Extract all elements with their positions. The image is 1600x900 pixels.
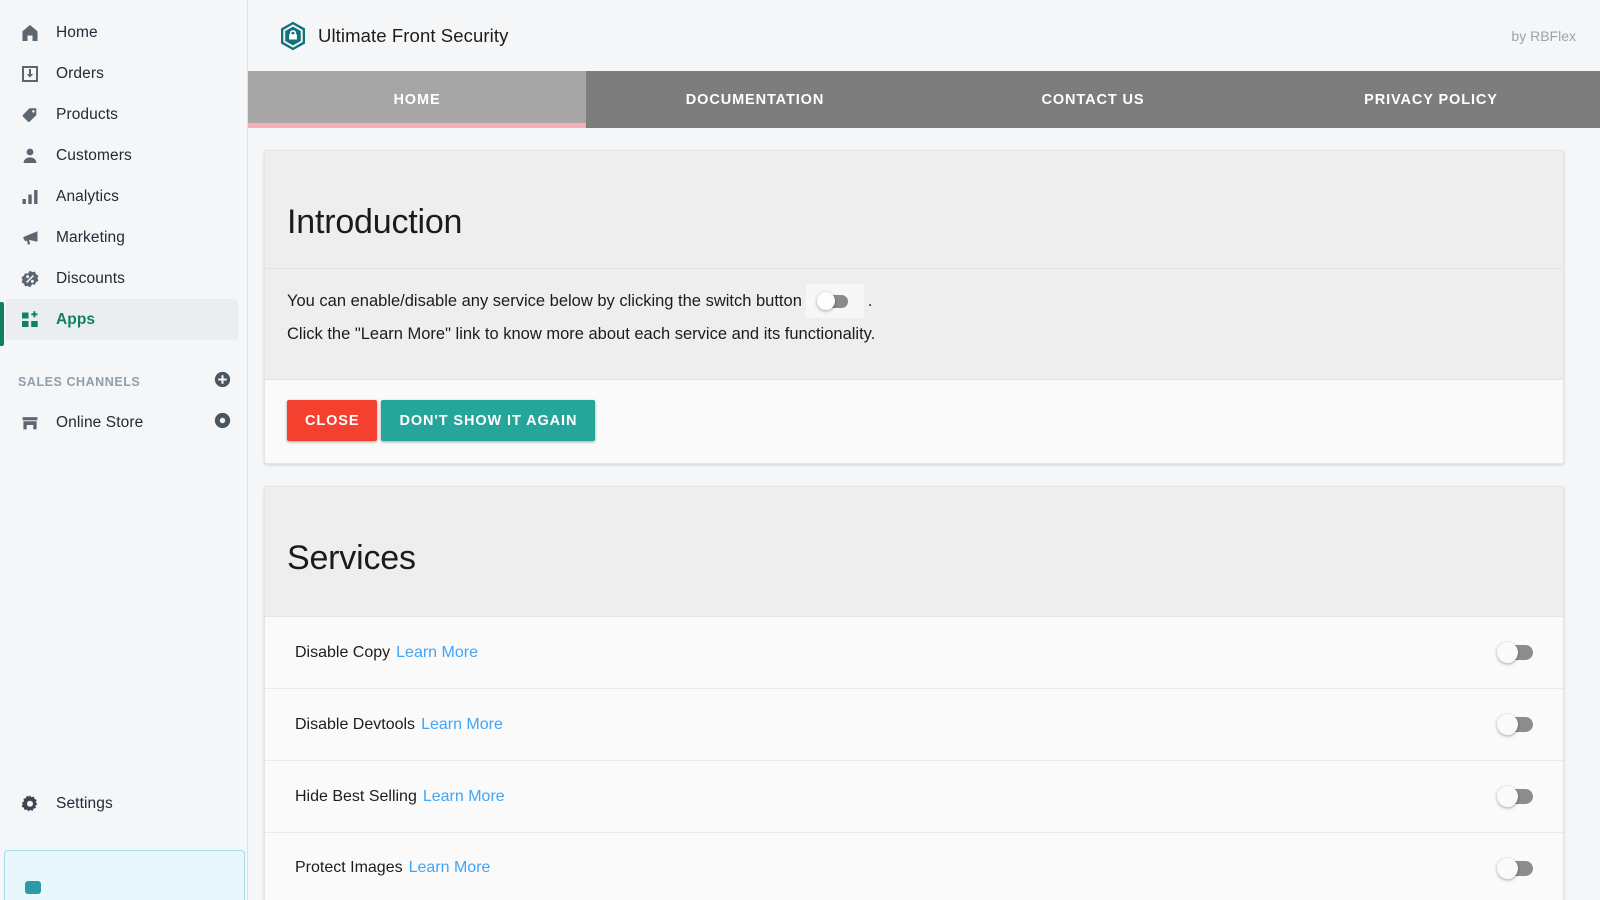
service-name: Hide Best Selling [295, 787, 417, 805]
learn-more-link[interactable]: Learn More [421, 716, 503, 734]
introduction-text-after: . [867, 292, 873, 310]
sidebar-item-marketing[interactable]: Marketing [0, 217, 247, 258]
close-button[interactable]: CLOSE [287, 400, 378, 441]
table-row[interactable]: Disable Copy Learn More [265, 617, 1563, 689]
person-icon [18, 144, 42, 168]
sidebar-item-label: Settings [56, 794, 113, 812]
tab-contact-us[interactable]: CONTACT US [924, 71, 1262, 128]
sidebar-item-label: Analytics [56, 187, 119, 205]
apps-grid-plus-icon [18, 308, 42, 332]
service-name: Disable Devtools [295, 715, 416, 733]
view-eye-icon[interactable] [214, 412, 231, 434]
tab-label: CONTACT US [1041, 91, 1145, 108]
tab-documentation[interactable]: DOCUMENTATION [586, 71, 924, 128]
services-title: Services [287, 539, 416, 577]
service-toggle[interactable] [1495, 642, 1539, 664]
tab-home[interactable]: HOME [248, 71, 586, 128]
table-row[interactable]: Disable Devtools Learn More [265, 689, 1563, 761]
service-name: Protect Images [295, 859, 403, 876]
sales-channels-title: SALES CHANNELS [18, 375, 141, 389]
tab-label: HOME [393, 91, 441, 108]
by-line: by RBFlex [1511, 27, 1576, 44]
app-title: Ultimate Front Security [318, 24, 509, 46]
sidebar: Home Orders Products Customers Analytics… [0, 0, 248, 900]
sidebar-item-online-store[interactable]: Online Store [0, 402, 247, 443]
sidebar-item-label: Customers [56, 146, 132, 164]
introduction-line-2: Click the "Learn More" link to know more… [287, 325, 876, 343]
introduction-header: Introduction [265, 151, 1563, 269]
table-row[interactable]: Hide Best Selling Learn More [265, 761, 1563, 833]
sidebar-promo-panel[interactable] [4, 850, 245, 900]
plus-circle-icon[interactable] [214, 371, 231, 393]
sidebar-item-customers[interactable]: Customers [0, 135, 247, 176]
learn-more-link[interactable]: Learn More [409, 859, 491, 877]
sidebar-item-label: Discounts [56, 269, 125, 287]
page-title: Introduction [287, 203, 463, 241]
megaphone-icon [18, 226, 42, 250]
service-name: Disable Copy [295, 643, 391, 661]
introduction-line-1: You can enable/disable any service below… [287, 283, 1563, 319]
service-toggle[interactable] [1495, 714, 1539, 736]
sidebar-item-settings[interactable]: Settings [0, 783, 247, 824]
tab-privacy-policy[interactable]: PRIVACY POLICY [1262, 71, 1600, 128]
app-header: Ultimate Front Security by RBFlex [248, 0, 1600, 71]
services-card: Services Disable Copy Learn More Disable… [264, 486, 1564, 900]
bar-chart-icon [18, 185, 42, 209]
gear-icon [18, 792, 42, 816]
sidebar-item-label: Products [56, 105, 118, 123]
sidebar-item-label: Home [56, 23, 98, 41]
learn-more-link[interactable]: Learn More [423, 788, 505, 806]
services-header: Services [265, 487, 1563, 617]
tab-label: DOCUMENTATION [685, 91, 825, 108]
active-item-accent-bar [0, 302, 4, 346]
toggle-switch-icon [805, 284, 864, 318]
hexagon-shield-logo [280, 21, 306, 51]
tag-icon [18, 103, 42, 127]
sidebar-item-home[interactable]: Home [0, 12, 247, 53]
promo-icon [25, 881, 41, 894]
sidebar-nav: Home Orders Products Customers Analytics… [0, 0, 247, 340]
home-icon [18, 21, 42, 45]
app-root: Home Orders Products Customers Analytics… [0, 0, 1600, 900]
service-toggle[interactable] [1495, 786, 1539, 808]
sidebar-item-label: Online Store [56, 413, 144, 431]
sales-channels-header: SALES CHANNELS [0, 362, 247, 402]
percent-badge-icon [18, 267, 42, 291]
sidebar-item-label: Orders [56, 64, 104, 82]
tab-bar: HOME DOCUMENTATION CONTACT US PRIVACY PO… [248, 71, 1600, 128]
introduction-actions: CLOSE DON'T SHOW IT AGAIN [265, 380, 1563, 463]
tab-label: PRIVACY POLICY [1364, 91, 1498, 108]
table-row[interactable]: Protect Images Learn More [265, 833, 1563, 900]
learn-more-link[interactable]: Learn More [396, 644, 478, 662]
content-scroll-area[interactable]: Introduction You can enable/disable any … [248, 128, 1600, 900]
sidebar-item-products[interactable]: Products [0, 94, 247, 135]
orders-inbox-icon [18, 62, 42, 86]
brand: Ultimate Front Security [280, 21, 508, 51]
storefront-icon [18, 411, 42, 435]
sidebar-item-analytics[interactable]: Analytics [0, 176, 247, 217]
sidebar-item-orders[interactable]: Orders [0, 53, 247, 94]
service-toggle[interactable] [1495, 857, 1539, 879]
introduction-text-before: You can enable/disable any service below… [287, 292, 802, 310]
introduction-body: You can enable/disable any service below… [265, 269, 1563, 380]
main-content: Ultimate Front Security by RBFlex HOME D… [248, 0, 1600, 900]
introduction-card: Introduction You can enable/disable any … [264, 150, 1564, 464]
sidebar-item-label: Marketing [56, 228, 125, 246]
sidebar-item-discounts[interactable]: Discounts [0, 258, 247, 299]
dont-show-again-button[interactable]: DON'T SHOW IT AGAIN [381, 400, 596, 441]
sidebar-item-apps[interactable]: Apps [6, 299, 238, 340]
sidebar-item-label: Apps [56, 310, 96, 328]
